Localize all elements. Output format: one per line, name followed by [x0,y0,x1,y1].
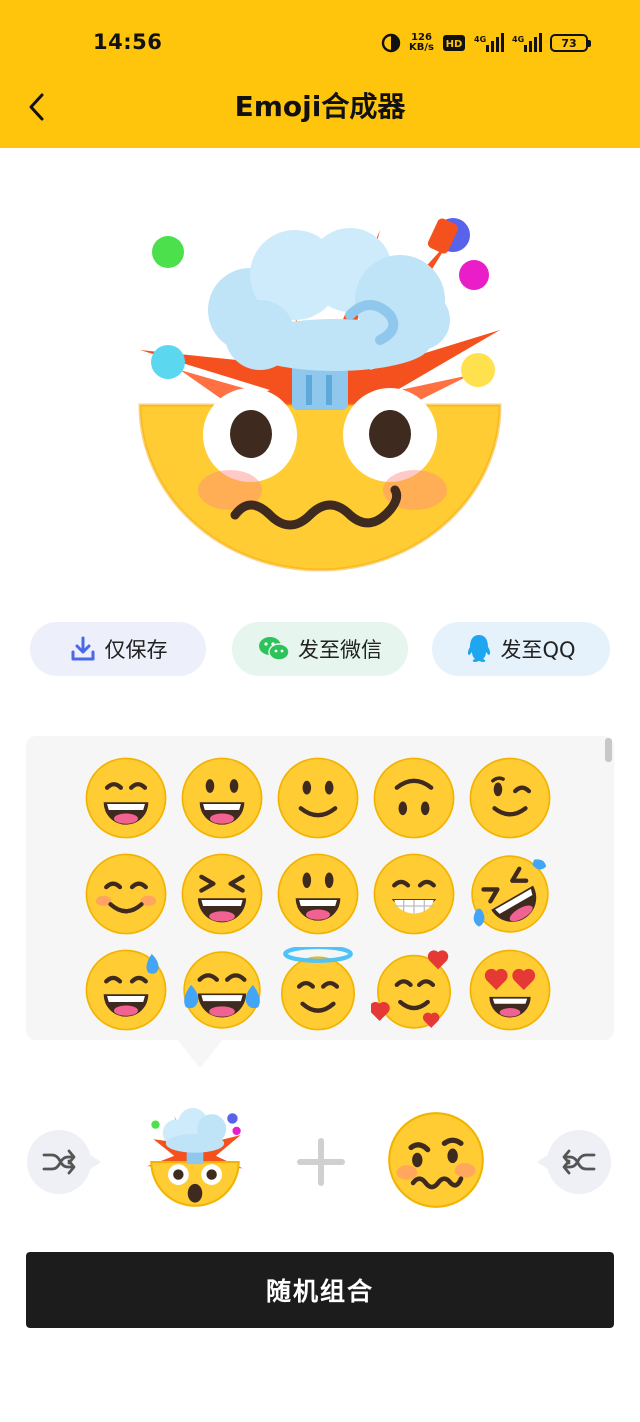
shuffle-right-button[interactable] [537,1130,611,1194]
grinning-squinting-face-tight-icon [181,853,263,935]
svg-text:4G: 4G [474,35,486,44]
picker-pointer [176,1038,224,1068]
wechat-icon [259,637,290,661]
right-emoji-slot[interactable] [384,1108,488,1212]
smiling-face-smiling-eyes-icon [85,853,167,935]
send-to-qq-label: 发至QQ [500,638,576,662]
status-time: 14:56 [93,30,163,54]
app-header: 14:56 126 KB/s HD 4G 4G 73 Emoji合成器 [0,0,640,148]
picker-scrollbar[interactable] [605,738,612,762]
send-to-wechat-button[interactable]: 发至微信 [232,622,408,676]
send-to-qq-button[interactable]: 发至QQ [432,622,610,676]
smiling-face-with-halo-icon [281,947,355,1031]
winking-face-icon [469,757,551,839]
emoji-option[interactable] [78,942,174,1038]
download-icon [71,636,94,661]
upside-down-face-icon [373,757,455,839]
signal-icon-sim1: 4G [474,33,504,52]
smiling-face-with-hearts-icon [371,950,451,1029]
share-actions: 仅保存 发至微信 发至QQ [30,622,610,676]
woozy-face-icon [388,1112,484,1208]
save-only-label: 仅保存 [104,638,168,662]
slightly-smiling-face-icon [277,757,359,839]
emoji-option[interactable] [270,750,366,846]
smiling-face-heart-eyes-icon [469,949,551,1031]
emoji-option[interactable] [270,942,366,1038]
status-icons: 126 KB/s HD 4G 4G 73 [381,30,591,56]
emoji-option[interactable] [462,750,558,846]
exploding-woozy-emoji-image [138,218,502,572]
emoji-option[interactable] [366,942,462,1038]
alarm-icon [381,33,401,53]
svg-text:4G: 4G [512,35,524,44]
svg-text:HD: HD [446,39,463,50]
emoji-option[interactable] [174,846,270,942]
exploding-head-icon [147,1108,243,1207]
emoji-combination-row [0,1100,640,1220]
qq-penguin-icon [468,635,491,662]
send-to-wechat-label: 发至微信 [298,638,382,662]
save-only-button[interactable]: 仅保存 [30,622,206,676]
signal-icon-sim2: 4G [512,33,542,52]
emoji-option[interactable] [174,750,270,846]
hd-icon: HD [443,35,465,51]
shuffle-icon [42,1149,76,1175]
beaming-face-icon [373,853,455,935]
grinning-face-sweat-icon [85,949,167,1031]
combined-emoji-preview [120,200,520,600]
emoji-option[interactable] [78,846,174,942]
grinning-squinting-face-icon [85,757,167,839]
page-title: Emoji合成器 [234,90,406,123]
face-with-tears-of-joy-icon [183,951,261,1029]
shuffle-left-button[interactable] [27,1130,101,1194]
emoji-option[interactable] [462,846,558,942]
status-bar: 14:56 126 KB/s HD 4G 4G 73 [0,0,640,80]
emoji-option[interactable] [366,846,462,942]
emoji-option[interactable] [174,942,270,1038]
grinning-face-big-eyes-icon [181,757,263,839]
emoji-option[interactable] [366,750,462,846]
emoji-option[interactable] [462,942,558,1038]
shuffle-icon [562,1149,596,1175]
battery-indicator: 73 [550,34,591,52]
rolling-on-floor-laughing-icon [471,855,549,933]
battery-level: 73 [561,36,577,50]
network-speed-indicator: 126 KB/s [409,32,434,53]
emoji-option[interactable] [78,750,174,846]
grinning-face-icon [277,853,359,935]
plus-icon [297,1138,345,1186]
emoji-option[interactable] [270,846,366,942]
left-emoji-slot[interactable] [143,1108,247,1212]
random-combine-button[interactable]: 随机组合 [26,1252,614,1328]
emoji-picker-panel [26,736,614,1040]
